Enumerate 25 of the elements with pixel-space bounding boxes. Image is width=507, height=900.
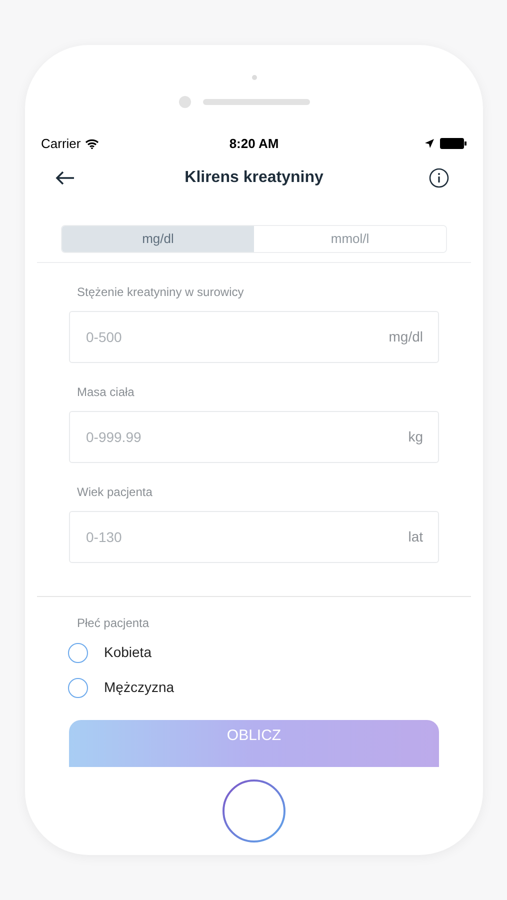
radio-label: Mężczyzna xyxy=(104,678,174,698)
wifi-icon xyxy=(84,138,99,149)
unit-label: kg xyxy=(408,428,423,447)
field-label: Wiek pacjenta xyxy=(77,484,154,502)
speaker-icon xyxy=(202,99,310,105)
sensor-icon xyxy=(252,75,256,80)
battery-icon xyxy=(440,138,467,150)
carrier-label: Carrier xyxy=(41,134,81,153)
field-label: Masa ciała xyxy=(77,384,136,402)
field-label: Płeć pacjenta xyxy=(77,615,150,632)
status-time: 8:20 AM xyxy=(229,134,279,153)
back-arrow-icon[interactable] xyxy=(55,170,75,185)
home-button-icon[interactable] xyxy=(222,779,286,843)
unit-label: mg/dl xyxy=(388,328,423,347)
calculate-button[interactable]: OBLICZ xyxy=(69,720,439,767)
camera-icon xyxy=(178,96,190,108)
screen-title: Klirens kreatyniny xyxy=(184,168,324,188)
unit-label: lat xyxy=(408,528,423,547)
location-arrow-icon xyxy=(425,139,434,148)
field-label: Stężenie kreatyniny w surowicy xyxy=(77,284,245,302)
info-icon[interactable] xyxy=(429,168,449,188)
unit-tab[interactable]: mg/dl xyxy=(62,226,254,252)
radio-label: Kobieta xyxy=(104,643,152,662)
radio-button[interactable] xyxy=(68,642,88,663)
radio-button[interactable] xyxy=(68,678,88,698)
